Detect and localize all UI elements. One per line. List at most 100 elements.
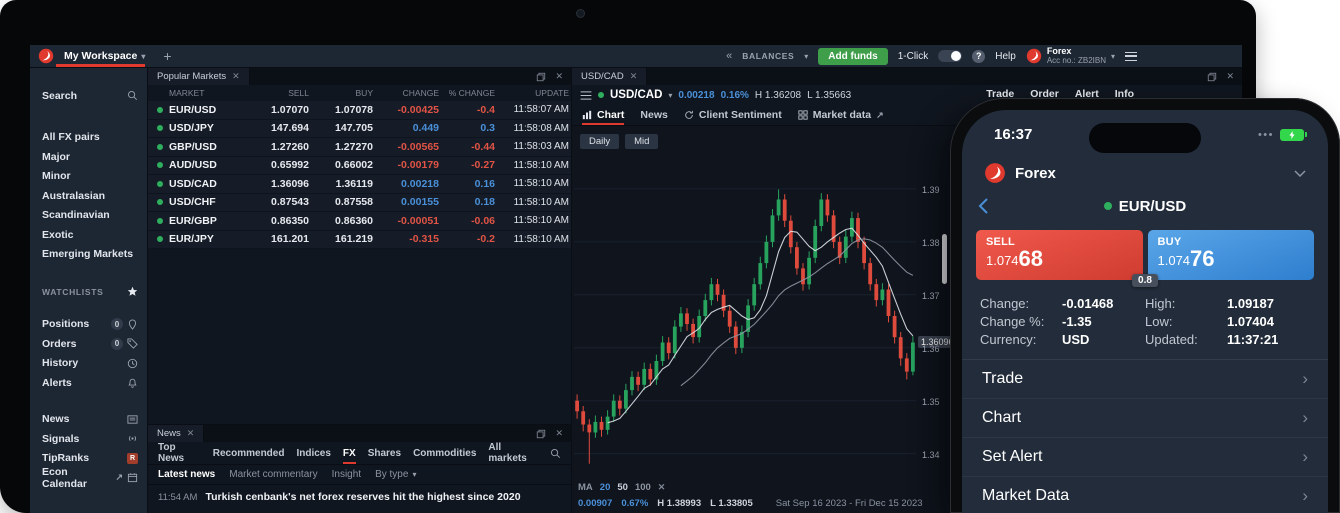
sidebar-item-orders[interactable]: Orders 0 (42, 334, 138, 354)
chevron-down-icon[interactable]: ▾ (668, 91, 672, 100)
close-icon[interactable]: ✕ (555, 71, 563, 82)
market-row[interactable]: EUR/GBP0.863500.86360-0.00051-0.0611:58:… (148, 212, 571, 231)
news-search-button[interactable] (550, 448, 561, 459)
close-icon[interactable]: ✕ (555, 428, 563, 439)
candlestick-chart[interactable] (574, 136, 916, 496)
buy-price[interactable]: 0.87558 (309, 196, 373, 208)
menu-icon[interactable] (1125, 52, 1137, 61)
sidebar-item-exotic[interactable]: Exotic (42, 225, 138, 245)
news-tab-fx[interactable]: FX (343, 442, 356, 464)
buy-price[interactable]: 0.86360 (309, 215, 373, 227)
sidebar-item-alerts[interactable]: Alerts (42, 373, 138, 393)
tab-chart[interactable]: Chart (582, 105, 624, 125)
sidebar-item-all-fx-pairs[interactable]: All FX pairs (42, 128, 138, 148)
news-tab-commodities[interactable]: Commodities (413, 442, 476, 464)
buy-price[interactable]: 1.27270 (309, 141, 373, 153)
market-row[interactable]: GBP/USD1.272601.27270-0.00565-0.4411:58:… (148, 138, 571, 157)
column-header[interactable]: UPDATE (495, 88, 569, 98)
news-list-item[interactable]: 11:54 AM Turkish cenbank's net forex res… (148, 485, 571, 503)
add-funds-button[interactable]: Add funds (818, 48, 887, 65)
workspace-tab[interactable]: My Workspace ▾ (54, 45, 155, 67)
new-workspace-button[interactable]: + (163, 49, 171, 63)
phone-menu-item[interactable]: Chart› (962, 399, 1328, 438)
price-type-button[interactable]: Mid (625, 134, 658, 149)
chevron-down-icon[interactable]: ▾ (804, 52, 808, 61)
axis-scrollbar[interactable] (942, 234, 947, 284)
market-row[interactable]: USD/JPY147.694147.7050.4490.311:58:08 AM (148, 120, 571, 139)
sell-price[interactable]: 1.07070 (247, 104, 309, 116)
column-header[interactable]: BUY (309, 88, 373, 98)
news-tab-top-news[interactable]: Top News (158, 442, 201, 464)
sell-button[interactable]: SELL 1.074 68 (976, 230, 1143, 280)
market-row[interactable]: USD/CHF0.875430.875580.001550.1811:58:10… (148, 194, 571, 213)
news-tab-recommended[interactable]: Recommended (213, 442, 285, 464)
column-header[interactable]: % CHANGE (439, 88, 495, 98)
sidebar-item-positions[interactable]: Positions 0 (42, 315, 138, 335)
price-axis[interactable]: 1.36096 1.391.381.371.361.351.34 (920, 136, 950, 496)
sidebar-item-news[interactable]: News (42, 410, 138, 430)
buy-button[interactable]: BUY 1.074 76 (1148, 230, 1315, 280)
column-header[interactable]: SELL (247, 88, 309, 98)
column-header[interactable]: CHANGE (373, 88, 439, 98)
market-row[interactable]: AUD/USD0.659920.66002-0.00179-0.2711:58:… (148, 157, 571, 176)
subtab-latest-news[interactable]: Latest news (158, 469, 215, 480)
buy-price[interactable]: 1.07078 (309, 104, 373, 116)
collapse-icon[interactable]: « (726, 50, 732, 62)
sidebar-item-signals[interactable]: Signals (42, 429, 138, 449)
close-icon[interactable]: ✕ (1226, 71, 1234, 82)
sidebar-item-emerging-markets[interactable]: Emerging Markets (42, 245, 138, 265)
chevron-down-icon[interactable] (1294, 170, 1306, 177)
news-tab-shares[interactable]: Shares (368, 442, 401, 464)
buy-price[interactable]: 1.36119 (309, 178, 373, 190)
sidebar-item-minor[interactable]: Minor (42, 167, 138, 187)
column-header[interactable]: MARKET (151, 88, 247, 98)
sell-price[interactable]: 1.36096 (247, 178, 309, 190)
news-tab[interactable]: News ✕ (148, 425, 204, 442)
one-click-toggle[interactable] (938, 50, 962, 62)
buy-price[interactable]: 161.219 (309, 233, 373, 245)
phone-menu-item[interactable]: Set Alert› (962, 438, 1328, 477)
sell-price[interactable]: 0.65992 (247, 159, 309, 171)
news-tab-all-markets[interactable]: All markets (488, 442, 538, 464)
close-icon[interactable]: ✕ (187, 428, 195, 439)
sell-price[interactable]: 161.201 (247, 233, 309, 245)
menu-icon[interactable] (581, 91, 592, 99)
usdcad-tab[interactable]: USD/CAD ✕ (572, 68, 647, 85)
sell-price[interactable]: 0.86350 (247, 215, 309, 227)
close-icon[interactable]: ✕ (232, 71, 240, 82)
restore-window-icon[interactable] (536, 72, 546, 82)
by-type-dropdown[interactable]: By type ▾ (375, 469, 416, 480)
sidebar-search[interactable]: Search (42, 86, 138, 106)
balances-button[interactable]: BALANCES (742, 51, 794, 61)
sidebar-item-major[interactable]: Major (42, 147, 138, 167)
sidebar-item-econ-calendar[interactable]: Econ Calendar ↗ (42, 468, 138, 488)
close-icon[interactable]: ✕ (658, 482, 666, 493)
buy-price[interactable]: 0.66002 (309, 159, 373, 171)
sidebar-item-history[interactable]: History (42, 354, 138, 374)
market-row[interactable]: USD/CAD1.360961.361190.002180.1611:58:10… (148, 175, 571, 194)
restore-window-icon[interactable] (536, 429, 546, 439)
popular-markets-tab[interactable]: Popular Markets ✕ (148, 68, 250, 85)
restore-window-icon[interactable] (1207, 72, 1217, 82)
sidebar-item-scandinavian[interactable]: Scandinavian (42, 206, 138, 226)
sidebar-watchlists[interactable]: WATCHLISTS (42, 282, 138, 302)
sell-price[interactable]: 1.27260 (247, 141, 309, 153)
tab-news[interactable]: News (640, 105, 667, 125)
subtab-insight[interactable]: Insight (332, 469, 361, 480)
sell-price[interactable]: 0.87543 (247, 196, 309, 208)
phone-menu-item[interactable]: Trade› (962, 360, 1328, 399)
phone-menu-item[interactable]: Market Data› (962, 477, 1328, 513)
market-row[interactable]: EUR/JPY161.201161.219-0.315-0.211:58:10 … (148, 231, 571, 250)
news-tab-indices[interactable]: Indices (296, 442, 330, 464)
close-icon[interactable]: ✕ (630, 71, 638, 82)
ma-indicator-legend[interactable]: MA 20 50 100 ✕ (578, 482, 665, 493)
tab-client-sentiment[interactable]: Client Sentiment (684, 105, 782, 125)
market-row[interactable]: EUR/USD1.070701.07078-0.00425-0.411:58:0… (148, 101, 571, 120)
help-icon[interactable]: ? (972, 50, 985, 63)
chart-symbol[interactable]: USD/CAD (610, 89, 662, 101)
buy-price[interactable]: 147.705 (309, 122, 373, 134)
sidebar-item-australasian[interactable]: Australasian (42, 186, 138, 206)
subtab-market-commentary[interactable]: Market commentary (229, 469, 317, 480)
account-menu[interactable]: Forex Acc no.: ZB2IBN ▾ (1026, 47, 1115, 66)
tab-market-data[interactable]: Market data ↗ (798, 105, 884, 125)
